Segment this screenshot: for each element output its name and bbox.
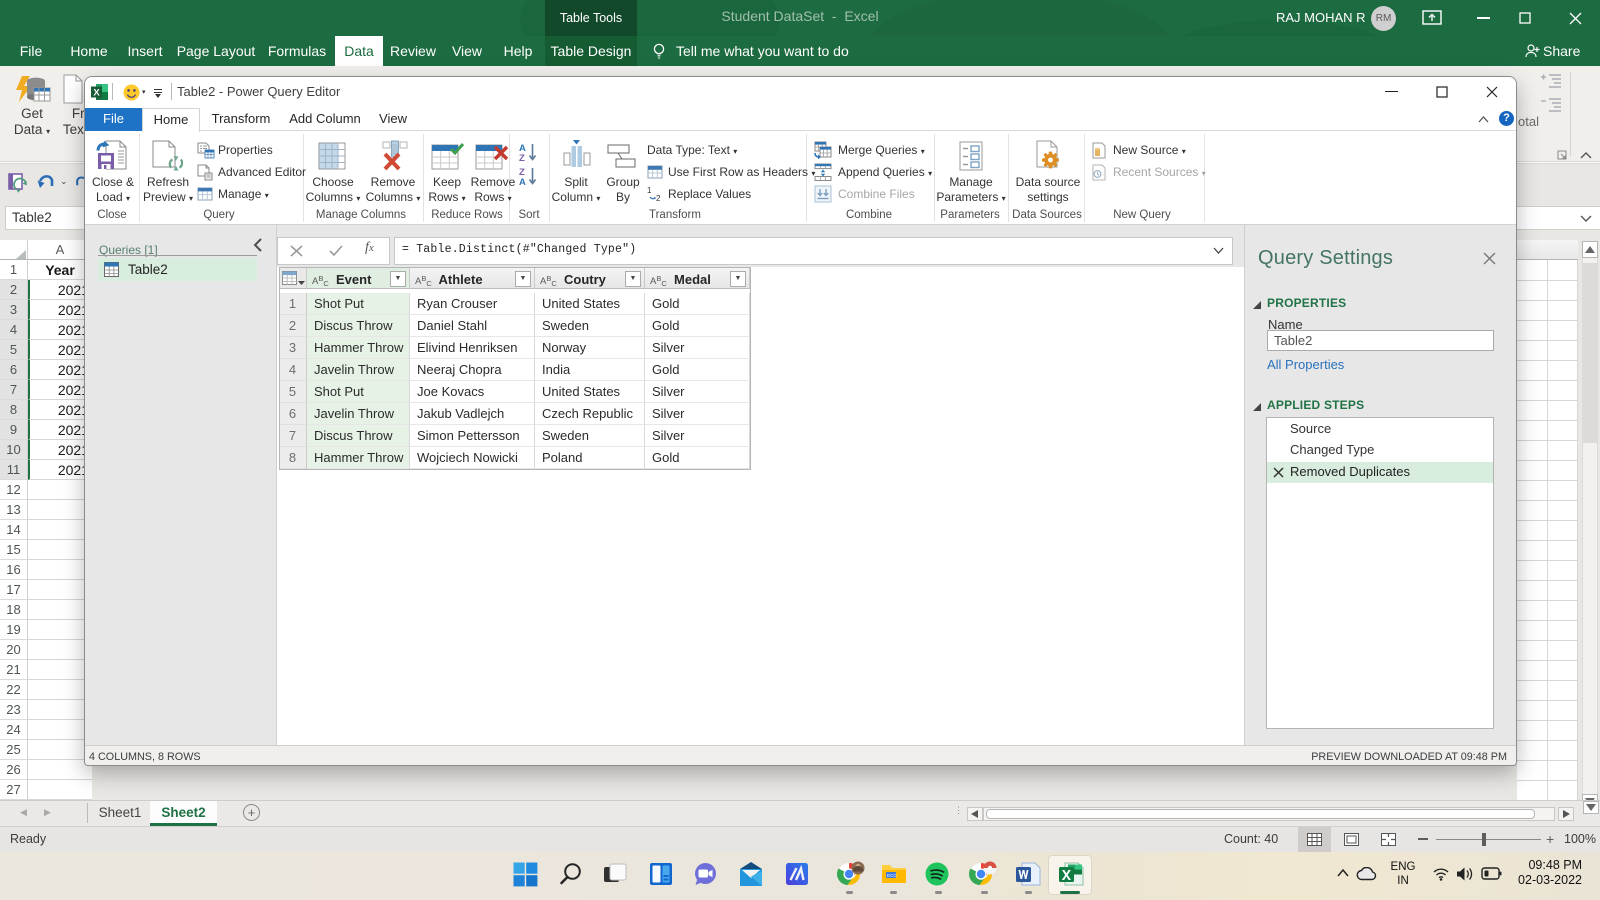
svg-text:ECO: ECO <box>887 873 897 878</box>
svg-text:A: A <box>519 177 526 186</box>
svg-text:X: X <box>93 88 100 99</box>
svg-text:Z: Z <box>519 153 525 162</box>
svg-text:1: 1 <box>647 186 652 195</box>
svg-text:2: 2 <box>656 194 661 202</box>
